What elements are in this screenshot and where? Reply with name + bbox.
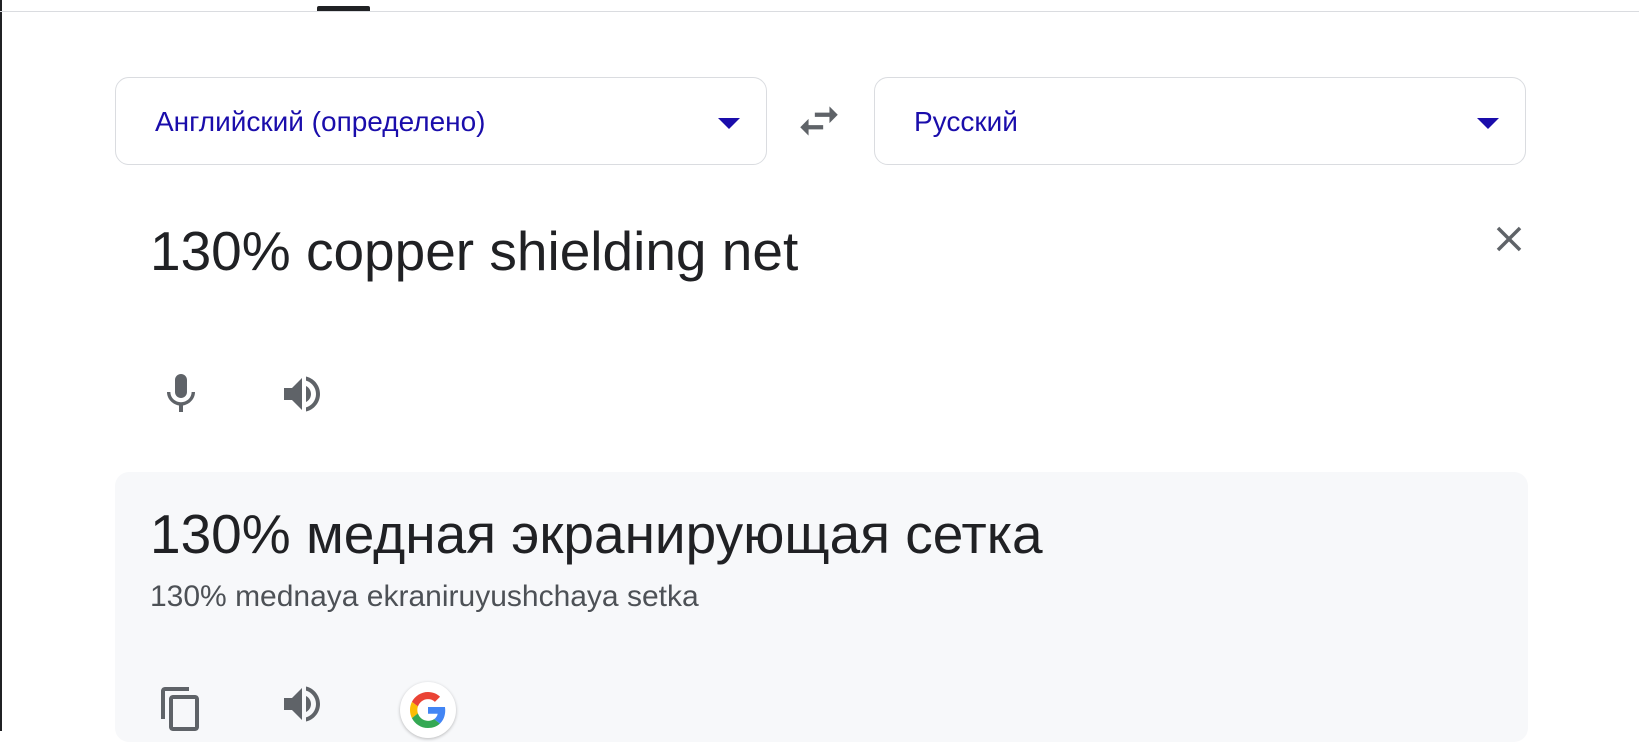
caret-down-icon <box>718 118 740 129</box>
source-text-input[interactable]: 130% copper shielding net <box>150 215 798 287</box>
microphone-icon <box>167 374 195 412</box>
translated-text: 130% медная экранирующая сетка <box>150 503 1043 565</box>
open-in-google-translate-button[interactable] <box>400 682 456 738</box>
google-g-icon <box>410 692 446 728</box>
swap-icon <box>800 106 838 136</box>
speaker-icon <box>284 686 320 722</box>
source-language-select[interactable]: Английский (определено) <box>115 77 767 165</box>
caret-down-icon <box>1477 118 1499 129</box>
close-icon <box>1496 226 1522 252</box>
target-language-select[interactable]: Русский <box>874 77 1526 165</box>
translation-result-panel: 130% медная экранирующая сетка 130% medn… <box>115 472 1528 742</box>
tab-bar-divider <box>0 11 1639 12</box>
listen-translation-button[interactable] <box>278 680 326 728</box>
copy-translation-button[interactable] <box>157 685 205 733</box>
source-language-label: Английский (определено) <box>155 106 486 137</box>
copy-icon <box>161 687 199 731</box>
voice-input-button[interactable] <box>157 370 205 418</box>
swap-languages-button[interactable] <box>794 96 844 146</box>
active-tab-indicator <box>317 6 370 11</box>
window-left-edge <box>0 0 2 731</box>
speaker-icon <box>284 376 320 412</box>
clear-text-button[interactable] <box>1488 218 1530 260</box>
listen-source-button[interactable] <box>278 370 326 418</box>
target-language-label: Русский <box>914 106 1018 137</box>
transliteration-text: 130% mednaya ekraniruyushchaya setka <box>150 580 699 613</box>
